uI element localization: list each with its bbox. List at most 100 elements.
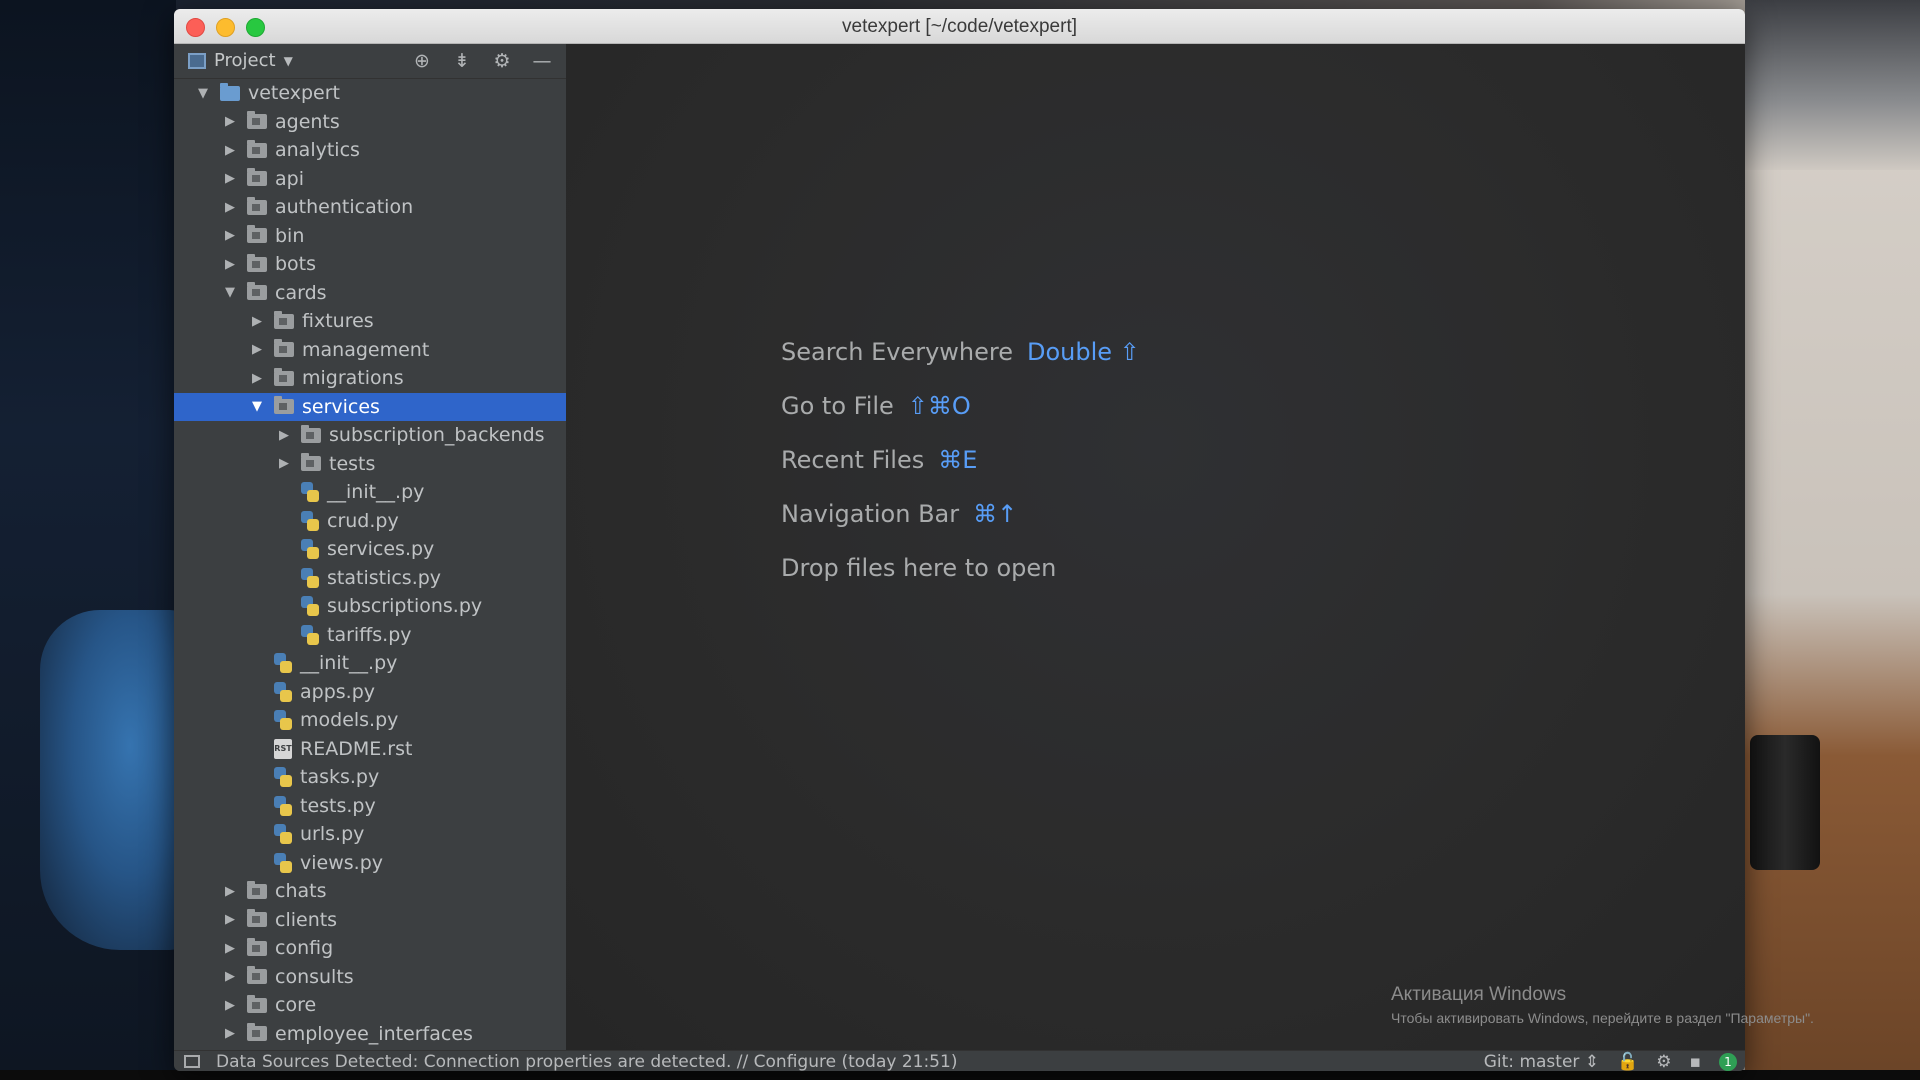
collapsed-arrow-icon[interactable]: ▶: [223, 171, 237, 186]
collapsed-arrow-icon[interactable]: ▶: [223, 257, 237, 272]
tree-item[interactable]: views.py: [174, 849, 566, 877]
tree-item[interactable]: tariffs.py: [174, 621, 566, 649]
collapsed-arrow-icon[interactable]: ▶: [223, 228, 237, 243]
gear-icon[interactable]: ⚙: [490, 50, 514, 72]
tree-item-label: statistics.py: [327, 566, 442, 589]
tree-item[interactable]: __init__.py: [174, 478, 566, 506]
tree-item-label: agents: [275, 110, 340, 133]
tree-item[interactable]: tests.py: [174, 792, 566, 820]
collapsed-arrow-icon[interactable]: ▶: [277, 428, 291, 443]
collapse-icon[interactable]: ⇟: [450, 50, 474, 72]
tree-item[interactable]: ▶ agents: [174, 108, 566, 136]
folder-icon: [247, 909, 267, 927]
project-view-selector[interactable]: Project ▼: [188, 50, 293, 71]
python-file-icon: [274, 852, 292, 873]
collapsed-arrow-icon[interactable]: ▶: [223, 969, 237, 984]
collapsed-arrow-icon[interactable]: ▶: [223, 1026, 237, 1041]
windows-activation-watermark: Активация Windows Чтобы активировать Win…: [1391, 984, 1814, 1026]
hint-drop-files: Drop files here to open: [781, 554, 1056, 582]
tree-item[interactable]: ▼ services: [174, 392, 566, 421]
tree-item[interactable]: ▶ employee_interfaces: [174, 1020, 566, 1048]
collapsed-arrow-icon[interactable]: ▶: [277, 456, 291, 471]
tree-item[interactable]: ▼ vetexpert: [174, 79, 566, 107]
tree-item[interactable]: RST README.rst: [174, 735, 566, 763]
tree-item[interactable]: subscriptions.py: [174, 592, 566, 620]
hint-label: Navigation Bar: [781, 500, 960, 528]
tree-item[interactable]: ▶ fixtures: [174, 307, 566, 335]
editor-area[interactable]: Search Everywhere Double ⇧ Go to File ⇧⌘O …: [566, 44, 1745, 1050]
hint-shortcut: ⇧⌘O: [907, 392, 971, 420]
toggle-tool-windows-icon[interactable]: [184, 1055, 200, 1068]
crosshair-icon[interactable]: ⊕: [410, 50, 434, 72]
background-monitor: [1745, 0, 1920, 170]
tree-item[interactable]: apps.py: [174, 678, 566, 706]
tree-item[interactable]: services.py: [174, 535, 566, 563]
tree-item-label: tests: [329, 452, 376, 475]
notification-icon[interactable]: ▪: [1689, 1052, 1701, 1072]
tree-item[interactable]: crud.py: [174, 507, 566, 535]
background-bottom: [0, 1070, 1920, 1080]
tree-item-label: migrations: [302, 367, 404, 389]
tree-item[interactable]: ▶ clients: [174, 906, 566, 934]
tree-item[interactable]: ▶ migrations: [174, 364, 566, 392]
expanded-arrow-icon[interactable]: ▼: [196, 86, 210, 101]
project-icon: [188, 52, 206, 69]
tree-item[interactable]: ▶ subscription_backends: [174, 421, 566, 449]
tree-item[interactable]: __init__.py: [174, 649, 566, 677]
tree-item[interactable]: ▶ management: [174, 336, 566, 364]
tree-item[interactable]: ▼ cards: [174, 279, 566, 307]
tree-item[interactable]: ▶ bots: [174, 250, 566, 278]
collapsed-arrow-icon[interactable]: ▶: [223, 884, 237, 899]
tree-item[interactable]: ▶ consults: [174, 963, 566, 991]
collapsed-arrow-icon[interactable]: ▶: [223, 912, 237, 927]
expanded-arrow-icon[interactable]: ▼: [223, 285, 237, 300]
tree-item-label: consults: [275, 965, 354, 988]
tree-item[interactable]: ▶ config: [174, 934, 566, 962]
collapsed-arrow-icon[interactable]: ▶: [223, 998, 237, 1013]
collapsed-arrow-icon[interactable]: ▶: [223, 941, 237, 956]
tree-item[interactable]: ▶ authentication: [174, 193, 566, 221]
tree-item[interactable]: ▶ tests: [174, 450, 566, 478]
hint-label: Drop files here to open: [781, 554, 1057, 582]
folder-icon: [247, 225, 267, 243]
lock-icon[interactable]: 🔓: [1617, 1052, 1638, 1072]
tree-item[interactable]: models.py: [174, 706, 566, 734]
tree-item[interactable]: ▶ chats: [174, 877, 566, 905]
python-file-icon: [301, 510, 319, 531]
tree-item-label: cards: [275, 281, 327, 304]
tree-item-label: analytics: [275, 139, 360, 161]
status-message[interactable]: Data Sources Detected: Connection proper…: [216, 1052, 957, 1072]
vcs-icon[interactable]: ⚙: [1656, 1052, 1671, 1072]
collapsed-arrow-icon[interactable]: ▶: [250, 342, 264, 357]
tree-item[interactable]: ▶ bin: [174, 222, 566, 250]
git-branch-widget[interactable]: Git: master ⇕: [1484, 1052, 1599, 1072]
tree-item-label: urls.py: [300, 823, 365, 845]
notification-badge[interactable]: 1: [1719, 1052, 1737, 1071]
tree-item[interactable]: ▶ core: [174, 991, 566, 1019]
minimize-icon[interactable]: —: [530, 50, 554, 72]
collapsed-arrow-icon[interactable]: ▶: [223, 143, 237, 158]
project-view-label: Project: [214, 50, 276, 71]
collapsed-arrow-icon[interactable]: ▶: [223, 114, 237, 129]
collapsed-arrow-icon[interactable]: ▶: [223, 200, 237, 215]
tree-item-label: services: [302, 395, 380, 418]
tree-item-label: __init__.py: [300, 652, 398, 674]
tree-item[interactable]: urls.py: [174, 820, 566, 848]
collapsed-arrow-icon[interactable]: ▶: [250, 371, 264, 386]
folder-icon: [301, 424, 321, 443]
tree-item[interactable]: statistics.py: [174, 564, 566, 592]
tree-item-label: bin: [275, 224, 305, 247]
tree-item-label: clients: [275, 908, 338, 931]
tree-item-label: subscriptions.py: [327, 595, 483, 617]
tree-item[interactable]: ▶ api: [174, 165, 566, 193]
tree-item-label: bots: [275, 253, 317, 275]
tree-item[interactable]: tasks.py: [174, 763, 566, 791]
collapsed-arrow-icon[interactable]: ▶: [250, 314, 264, 329]
tree-item-label: management: [302, 338, 430, 361]
project-folder-icon: [220, 82, 240, 101]
expanded-arrow-icon[interactable]: ▼: [250, 399, 264, 414]
tree-item-label: __init__.py: [327, 481, 425, 503]
tree-item[interactable]: ▶ analytics: [174, 136, 566, 164]
watermark-title: Активация Windows: [1391, 984, 1567, 1005]
status-widgets: Git: master ⇕ 🔓 ⚙ ▪ 1: [1484, 1051, 1737, 1071]
